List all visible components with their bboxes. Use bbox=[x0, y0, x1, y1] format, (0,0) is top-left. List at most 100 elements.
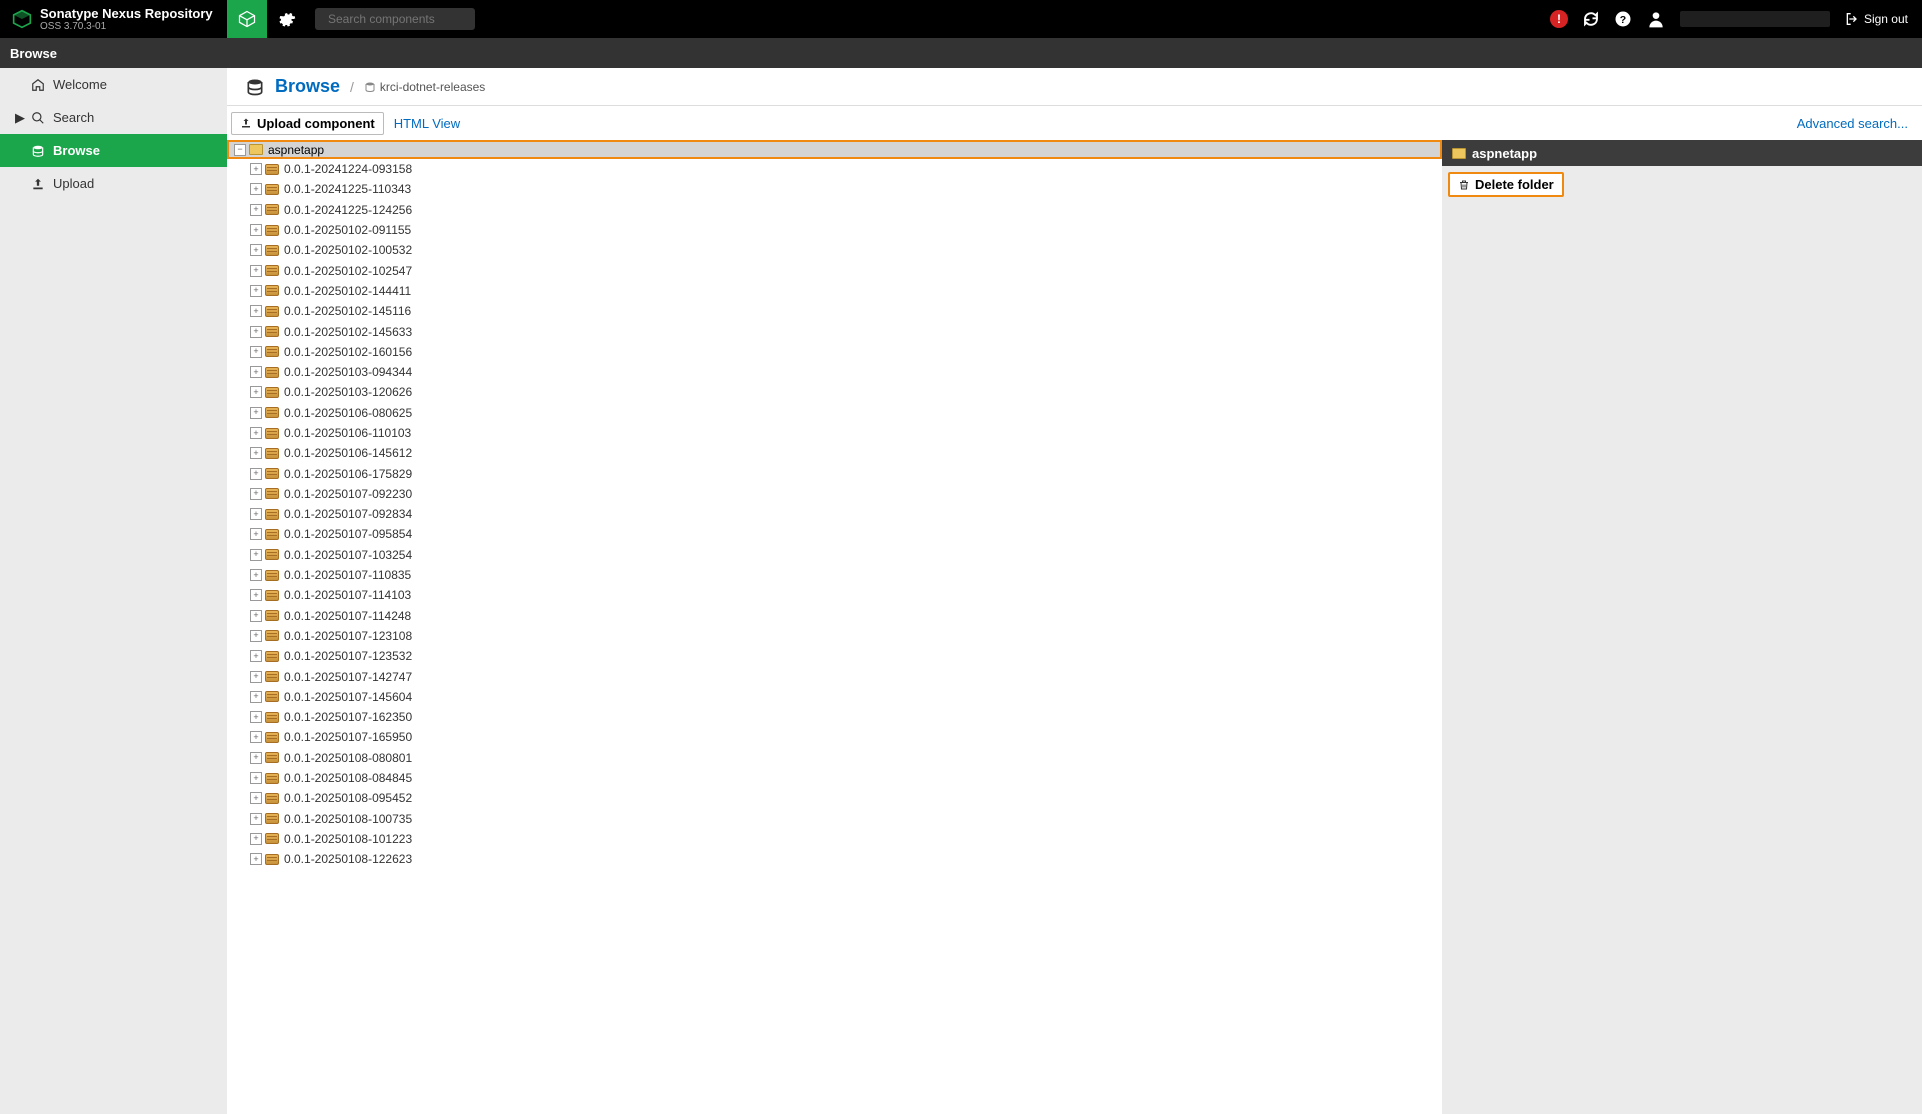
tree-item[interactable]: +0.0.1-20250108-101223 bbox=[227, 829, 1442, 849]
expand-icon[interactable]: + bbox=[250, 549, 262, 561]
upload-component-button[interactable]: Upload component bbox=[231, 112, 384, 135]
sidebar-label-search: Search bbox=[53, 110, 94, 125]
tree-item[interactable]: +0.0.1-20250103-094344 bbox=[227, 362, 1442, 382]
expand-icon[interactable]: + bbox=[250, 589, 262, 601]
tree-item[interactable]: +0.0.1-20250107-092230 bbox=[227, 484, 1442, 504]
expand-icon[interactable]: + bbox=[250, 650, 262, 662]
component-icon bbox=[265, 448, 279, 459]
tree-item[interactable]: +0.0.1-20250108-095452 bbox=[227, 788, 1442, 808]
expand-icon[interactable]: + bbox=[250, 163, 262, 175]
refresh-icon[interactable] bbox=[1582, 10, 1600, 28]
expand-icon[interactable]: + bbox=[250, 346, 262, 358]
sidebar: Welcome ▶ Search Browse Upload bbox=[0, 68, 227, 1114]
expand-icon[interactable]: + bbox=[250, 610, 262, 622]
tree-item[interactable]: +0.0.1-20250102-100532 bbox=[227, 240, 1442, 260]
sidebar-item-welcome[interactable]: Welcome bbox=[0, 68, 227, 101]
expand-icon[interactable]: + bbox=[250, 183, 262, 195]
expand-icon[interactable]: + bbox=[250, 813, 262, 825]
expand-icon[interactable]: + bbox=[250, 711, 262, 723]
tree-item[interactable]: +0.0.1-20250107-103254 bbox=[227, 545, 1442, 565]
collapse-icon[interactable]: − bbox=[234, 144, 246, 156]
advanced-search-link[interactable]: Advanced search... bbox=[1797, 116, 1918, 131]
tree-item[interactable]: +0.0.1-20250107-165950 bbox=[227, 727, 1442, 747]
tree-item[interactable]: +0.0.1-20250106-145612 bbox=[227, 443, 1442, 463]
component-icon bbox=[265, 691, 279, 702]
component-icon bbox=[265, 529, 279, 540]
tree-item[interactable]: +0.0.1-20250106-110103 bbox=[227, 423, 1442, 443]
tree-item[interactable]: +0.0.1-20250102-144411 bbox=[227, 281, 1442, 301]
expand-icon[interactable]: + bbox=[250, 407, 262, 419]
expand-icon[interactable]: + bbox=[250, 244, 262, 256]
alert-icon[interactable]: ! bbox=[1550, 10, 1568, 28]
expand-icon[interactable]: + bbox=[250, 265, 262, 277]
expand-icon[interactable]: + bbox=[250, 772, 262, 784]
upload-icon bbox=[31, 177, 45, 191]
tree-item[interactable]: +0.0.1-20250102-102547 bbox=[227, 260, 1442, 280]
tree-item[interactable]: +0.0.1-20250107-162350 bbox=[227, 707, 1442, 727]
expand-icon[interactable]: + bbox=[250, 792, 262, 804]
sidebar-label-browse: Browse bbox=[53, 143, 100, 158]
sidebar-item-upload[interactable]: Upload bbox=[0, 167, 227, 200]
expand-icon[interactable]: + bbox=[250, 366, 262, 378]
expand-icon[interactable]: + bbox=[250, 853, 262, 865]
tree-item[interactable]: +0.0.1-20250107-092834 bbox=[227, 504, 1442, 524]
tree-item[interactable]: +0.0.1-20250107-145604 bbox=[227, 687, 1442, 707]
tree-item[interactable]: +0.0.1-20250107-114248 bbox=[227, 606, 1442, 626]
tree-item[interactable]: +0.0.1-20250108-080801 bbox=[227, 748, 1442, 768]
tree-item[interactable]: +0.0.1-20241224-093158 bbox=[227, 159, 1442, 179]
expand-icon[interactable]: + bbox=[250, 630, 262, 642]
tree-item-label: 0.0.1-20241225-124256 bbox=[284, 203, 412, 217]
delete-folder-button[interactable]: Delete folder bbox=[1448, 172, 1564, 197]
expand-icon[interactable]: + bbox=[250, 204, 262, 216]
expand-icon[interactable]: + bbox=[250, 326, 262, 338]
tree-item[interactable]: +0.0.1-20241225-124256 bbox=[227, 200, 1442, 220]
sidebar-item-browse[interactable]: Browse bbox=[0, 134, 227, 167]
expand-icon[interactable]: + bbox=[250, 752, 262, 764]
nav-browse-cube[interactable] bbox=[227, 0, 267, 38]
tree-item[interactable]: +0.0.1-20250108-122623 bbox=[227, 849, 1442, 869]
tree-item[interactable]: +0.0.1-20241225-110343 bbox=[227, 179, 1442, 199]
tree-item[interactable]: +0.0.1-20250102-160156 bbox=[227, 342, 1442, 362]
tree-item[interactable]: +0.0.1-20250107-114103 bbox=[227, 585, 1442, 605]
expand-icon[interactable]: + bbox=[250, 691, 262, 703]
breadcrumb-title[interactable]: Browse bbox=[275, 76, 340, 97]
expand-icon[interactable]: + bbox=[250, 427, 262, 439]
expand-icon[interactable]: + bbox=[250, 508, 262, 520]
expand-icon[interactable]: + bbox=[250, 833, 262, 845]
tree-item[interactable]: +0.0.1-20250106-080625 bbox=[227, 403, 1442, 423]
expand-icon[interactable]: ▶ bbox=[15, 110, 23, 126]
tree-item[interactable]: +0.0.1-20250102-145633 bbox=[227, 321, 1442, 341]
help-icon[interactable]: ? bbox=[1614, 10, 1632, 28]
tree-item[interactable]: +0.0.1-20250103-120626 bbox=[227, 382, 1442, 402]
expand-icon[interactable]: + bbox=[250, 447, 262, 459]
expand-icon[interactable]: + bbox=[250, 386, 262, 398]
tree-item[interactable]: +0.0.1-20250107-123532 bbox=[227, 646, 1442, 666]
tree-item[interactable]: +0.0.1-20250102-145116 bbox=[227, 301, 1442, 321]
expand-icon[interactable]: + bbox=[250, 488, 262, 500]
tree-item[interactable]: +0.0.1-20250102-091155 bbox=[227, 220, 1442, 240]
expand-icon[interactable]: + bbox=[250, 285, 262, 297]
tree-root-folder[interactable]: − aspnetapp bbox=[227, 140, 1442, 159]
tree-item[interactable]: +0.0.1-20250108-084845 bbox=[227, 768, 1442, 788]
user-icon[interactable] bbox=[1646, 9, 1666, 29]
expand-icon[interactable]: + bbox=[250, 224, 262, 236]
tree-item-label: 0.0.1-20250103-094344 bbox=[284, 365, 412, 379]
search-box[interactable] bbox=[315, 8, 475, 30]
signout-button[interactable]: Sign out bbox=[1844, 11, 1908, 27]
search-input[interactable] bbox=[328, 12, 483, 26]
expand-icon[interactable]: + bbox=[250, 671, 262, 683]
expand-icon[interactable]: + bbox=[250, 569, 262, 581]
html-view-link[interactable]: HTML View bbox=[394, 116, 460, 131]
tree-item[interactable]: +0.0.1-20250107-110835 bbox=[227, 565, 1442, 585]
sidebar-item-search[interactable]: ▶ Search bbox=[0, 101, 227, 134]
tree-item[interactable]: +0.0.1-20250107-095854 bbox=[227, 524, 1442, 544]
expand-icon[interactable]: + bbox=[250, 528, 262, 540]
expand-icon[interactable]: + bbox=[250, 731, 262, 743]
tree-item[interactable]: +0.0.1-20250107-123108 bbox=[227, 626, 1442, 646]
tree-item[interactable]: +0.0.1-20250106-175829 bbox=[227, 463, 1442, 483]
nav-admin-gear[interactable] bbox=[267, 0, 307, 38]
tree-item[interactable]: +0.0.1-20250108-100735 bbox=[227, 809, 1442, 829]
tree-item[interactable]: +0.0.1-20250107-142747 bbox=[227, 666, 1442, 686]
expand-icon[interactable]: + bbox=[250, 468, 262, 480]
expand-icon[interactable]: + bbox=[250, 305, 262, 317]
